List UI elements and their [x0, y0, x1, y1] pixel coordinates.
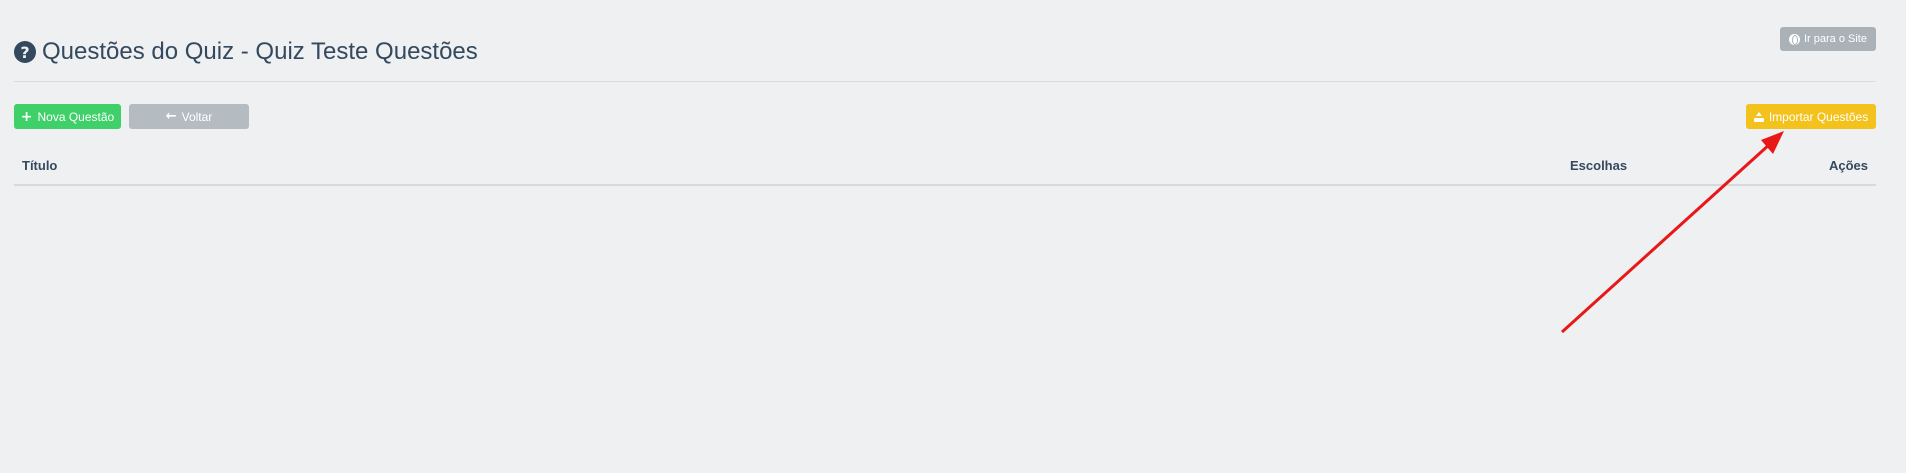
back-label: Voltar	[181, 109, 213, 124]
column-header-actions: Ações	[1828, 158, 1868, 173]
question-circle-icon: ?	[14, 41, 36, 63]
import-questions-label: Importar Questões	[1768, 109, 1869, 124]
annotation-arrow	[1560, 131, 1784, 334]
column-header-choices[interactable]: Escolhas	[1570, 158, 1627, 173]
annotation-arrow-head	[1761, 131, 1784, 154]
import-questions-button[interactable]: Importar Questões	[1746, 104, 1876, 129]
go-to-site-button[interactable]: Ir para o Site	[1780, 27, 1876, 51]
page-title-text: Questões do Quiz - Quiz Teste Questões	[42, 38, 478, 65]
new-question-button[interactable]: + Nova Questão	[14, 104, 121, 129]
back-button[interactable]: ← Voltar	[129, 104, 249, 129]
plus-icon: +	[20, 108, 33, 125]
column-header-title[interactable]: Título	[22, 158, 57, 173]
header-divider	[14, 81, 1876, 82]
table-header-divider	[14, 184, 1876, 186]
globe-icon	[1789, 33, 1800, 45]
page: Ir para o Site ? Questões do Quiz - Quiz…	[0, 0, 1906, 473]
page-title: ? Questões do Quiz - Quiz Teste Questões	[14, 38, 478, 66]
new-question-label: Nova Questão	[37, 109, 115, 124]
arrow-left-icon: ←	[165, 109, 177, 124]
upload-icon	[1753, 111, 1764, 122]
go-to-site-label: Ir para o Site	[1804, 33, 1867, 45]
